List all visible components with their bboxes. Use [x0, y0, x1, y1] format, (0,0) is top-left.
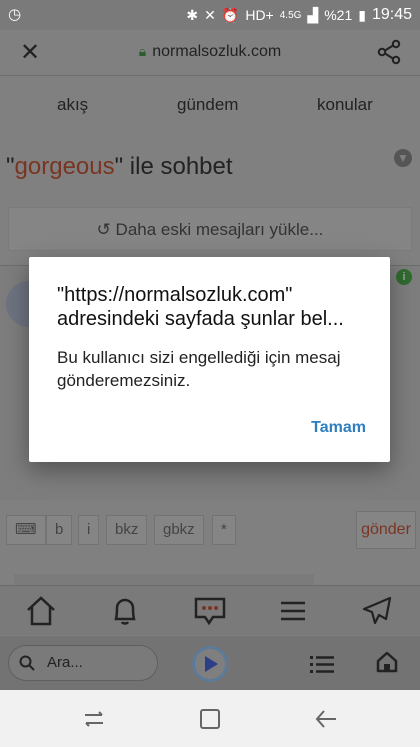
info-icon[interactable]: i	[396, 269, 412, 285]
home-button-icon[interactable]	[198, 708, 222, 730]
play-icon[interactable]	[192, 646, 228, 682]
home-icon[interactable]	[24, 595, 58, 627]
network-label: HD+	[245, 7, 274, 23]
status-icons: ✱ ✕ ⏰ HD+ 4.5G ▟ %21 ▮ 19:45	[186, 6, 412, 24]
gbkz-button[interactable]: gbkz	[154, 515, 204, 545]
send-button[interactable]: gönder	[356, 511, 416, 549]
app-bottom-nav	[0, 585, 420, 635]
load-older-label: Daha eski mesajları yükle...	[115, 220, 324, 239]
airplane-icon[interactable]	[360, 595, 394, 627]
system-nav-bar	[0, 690, 420, 747]
mute-icon: ✕	[204, 6, 216, 23]
browser-home-icon[interactable]	[376, 651, 398, 673]
clock: 19:45	[371, 6, 412, 23]
site-tabs: akış gündem konular	[0, 95, 420, 119]
lock-icon: 🔒︎	[138, 43, 147, 59]
format-toolbar: ⌨ b i bkz gbkz * gönder	[0, 507, 420, 555]
browser-bottom-bar: Ara...	[0, 636, 420, 690]
network-type-label: 4.5G	[279, 9, 302, 21]
list-icon[interactable]	[310, 654, 334, 674]
url-display[interactable]: 🔒︎ normalsozluk.com	[0, 43, 420, 61]
tab-gundem[interactable]: gündem	[177, 95, 238, 115]
share-icon[interactable]	[376, 39, 402, 65]
alarm-icon: ⏰	[221, 6, 240, 23]
status-bar: ◷ ✱ ✕ ⏰ HD+ 4.5G ▟ %21 ▮ 19:45	[0, 0, 420, 30]
chevron-down-icon[interactable]: ▼	[394, 149, 412, 167]
title-quote-open: "	[6, 153, 15, 180]
keyboard-icon[interactable]: ⌨	[6, 515, 46, 545]
history-icon: ↺	[96, 220, 116, 239]
dialog-title: "https://normalsozluk.com" adresindeki s…	[57, 284, 344, 330]
tab-konular[interactable]: konular	[317, 95, 373, 115]
bell-icon[interactable]	[108, 595, 142, 627]
bold-button[interactable]: b	[46, 515, 73, 545]
search-input[interactable]: Ara...	[8, 645, 158, 681]
italic-button[interactable]: i	[78, 515, 100, 545]
star-button[interactable]: *	[212, 515, 236, 545]
dialog-message: Bu kullanıcı sizi engellediği için mesaj…	[57, 348, 341, 390]
menu-icon[interactable]	[276, 595, 310, 627]
bluetooth-icon: ✱	[186, 6, 199, 23]
signal-icon: ▟	[307, 6, 319, 23]
page-title: "gorgeous" ile sohbet	[6, 153, 233, 181]
search-icon	[19, 655, 35, 671]
browser-url-bar: ✕ 🔒︎ normalsozluk.com	[0, 30, 420, 76]
screen-record-icon: ◷	[8, 6, 22, 23]
alert-dialog: "https://normalsozluk.com" adresindeki s…	[29, 257, 390, 462]
battery-icon: ▮	[358, 6, 366, 23]
bkz-button[interactable]: bkz	[106, 515, 148, 545]
load-older-messages-button[interactable]: ↺ Daha eski mesajları yükle...	[8, 207, 412, 251]
url-text: normalsozluk.com	[152, 43, 282, 60]
tab-akis[interactable]: akış	[57, 95, 88, 115]
messages-icon[interactable]	[193, 595, 227, 627]
ok-button[interactable]: Tamam	[311, 419, 366, 437]
recent-apps-icon[interactable]	[82, 708, 106, 730]
title-suffix: " ile sohbet	[114, 153, 233, 180]
battery-percent: %21	[324, 7, 353, 23]
back-icon[interactable]	[314, 708, 338, 730]
username-link[interactable]: gorgeous	[15, 153, 115, 180]
search-placeholder: Ara...	[47, 654, 83, 671]
